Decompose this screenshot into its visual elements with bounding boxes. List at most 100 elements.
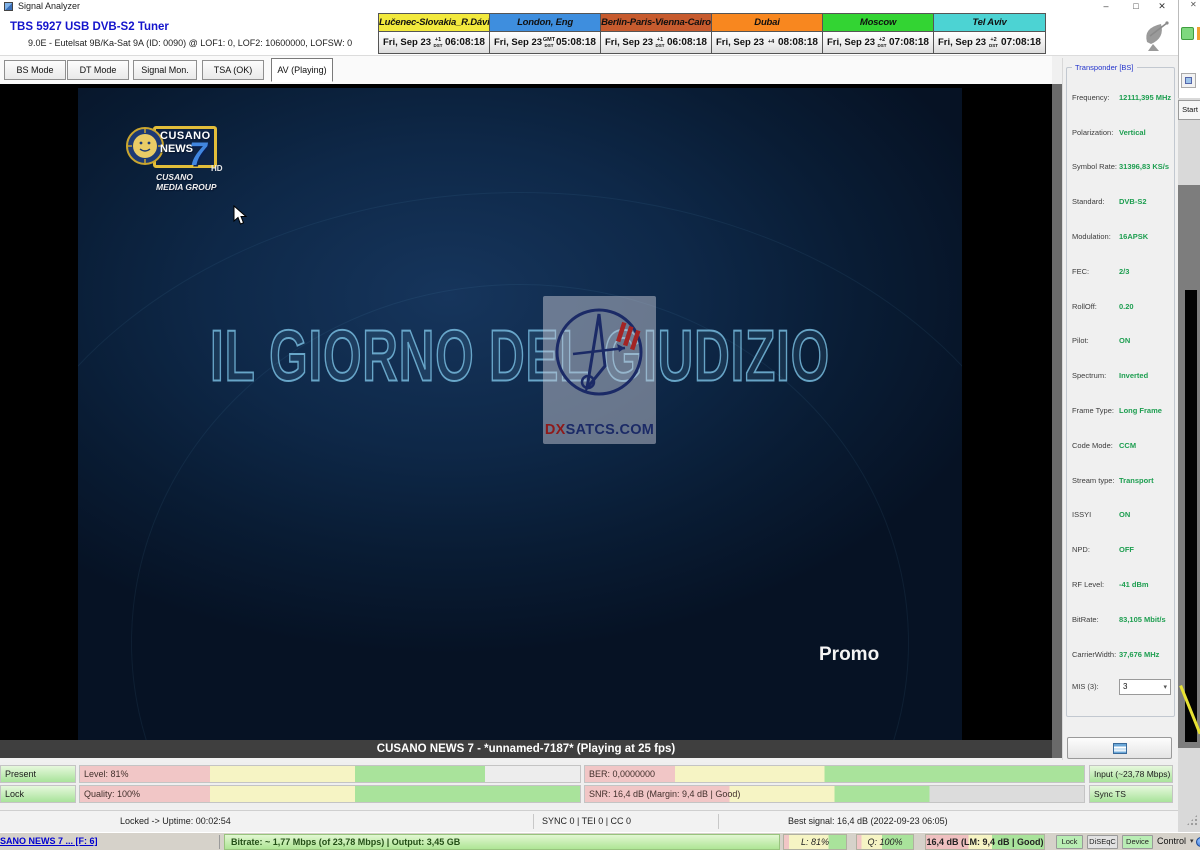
clock-offset: +1 DST bbox=[653, 38, 667, 48]
channel-logo: CUSANO NEWS 7 HD CUSANO MEDIA GROUP bbox=[125, 120, 235, 200]
clock-time: 05:08:18 bbox=[556, 37, 596, 48]
device-button[interactable]: Device bbox=[1122, 835, 1153, 849]
logo-hd-badge: HD bbox=[211, 164, 223, 173]
player-status-title: CUSANO NEWS 7 - *unnamed-7187* (Playing … bbox=[0, 740, 1052, 758]
tab-dt-mode[interactable]: DT Mode bbox=[67, 60, 129, 80]
clock-datetime: Fri, Sep 23 +1 DST 06:08:18 bbox=[379, 32, 489, 53]
control-menu[interactable]: Control bbox=[1157, 836, 1186, 846]
tp-label: ISSYI bbox=[1072, 510, 1119, 519]
tp-label: Code Mode: bbox=[1072, 441, 1119, 450]
clock-datetime: Fri, Sep 23 +2 DST 07:08:18 bbox=[934, 32, 1045, 53]
tab-bs-mode[interactable]: BS Mode bbox=[4, 60, 66, 80]
tp-value: 16APSK bbox=[1119, 232, 1148, 241]
diseqc-button[interactable]: DiSEqC bbox=[1087, 835, 1118, 849]
tp-value: OFF bbox=[1119, 545, 1134, 554]
watermark-dx: DX bbox=[545, 422, 566, 438]
tp-row-issyi: ISSYION bbox=[1072, 498, 1172, 533]
tp-label: BitRate: bbox=[1072, 615, 1119, 624]
tp-value: 37,676 MHz bbox=[1119, 650, 1159, 659]
layers-button[interactable] bbox=[1067, 737, 1172, 759]
tp-value: -41 dBm bbox=[1119, 580, 1149, 589]
clock-utc-offset: +4 bbox=[768, 40, 774, 45]
clock-time: 07:08:18 bbox=[889, 37, 929, 48]
snr-bar: SNR: 16,4 dB (Margin: 9,4 dB | Good) bbox=[584, 785, 1085, 803]
clock-datetime: Fri, Sep 23 +2 DST 07:08:18 bbox=[823, 32, 933, 53]
sun-face-emblem-icon bbox=[125, 126, 165, 166]
start-button[interactable]: Start bbox=[1178, 100, 1200, 120]
channel-link[interactable]: CUSANO NEWS 7 ... [F: 6] bbox=[0, 836, 219, 846]
tp-row-standard: Standard:DVB-S2 bbox=[1072, 184, 1172, 219]
tp-row-polarization: Polarization:Vertical bbox=[1072, 115, 1172, 150]
clock-dst-flag: DST bbox=[545, 43, 554, 48]
clock-date: Fri, Sep 23 bbox=[383, 37, 431, 48]
clock-dst-flag: DST bbox=[434, 43, 443, 48]
background-green-icon bbox=[1181, 27, 1194, 40]
tp-label: FEC: bbox=[1072, 267, 1119, 276]
logo-subtext2: MEDIA GROUP bbox=[156, 182, 217, 192]
clock-offset: +1 DST bbox=[431, 38, 445, 48]
tp-row-code-mode: Code Mode:CCM bbox=[1072, 428, 1172, 463]
tp-row-pilot: Pilot:ON bbox=[1072, 324, 1172, 359]
status-divider bbox=[533, 814, 534, 829]
lock-indicator: Lock bbox=[0, 785, 76, 803]
mis-dropdown[interactable]: 3 ▾ bbox=[1119, 679, 1171, 695]
tp-value: Inverted bbox=[1119, 371, 1148, 380]
transponder-groupbox: Transponder [BS] Frequency:12111,395 MHz… bbox=[1066, 67, 1175, 717]
status-divider bbox=[718, 814, 719, 829]
tp-label: Pilot: bbox=[1072, 336, 1119, 345]
tp-label: Frequency: bbox=[1072, 93, 1119, 102]
tp-row-modulation: Modulation:16APSK bbox=[1072, 219, 1172, 254]
tab-av-playing[interactable]: AV (Playing) bbox=[271, 58, 333, 82]
level-bar: Level: 81% bbox=[79, 765, 581, 783]
lock-button[interactable]: Lock bbox=[1056, 835, 1083, 849]
dxsatcs-watermark: DXSATCS.COM bbox=[543, 296, 656, 444]
clock-city-name: Tel Aviv bbox=[934, 14, 1045, 32]
tab-tsa[interactable]: TSA (OK) bbox=[202, 60, 264, 80]
clock-offset: +2 DST bbox=[875, 38, 889, 48]
clock-berlin: Berlin-Paris-Vienna-Cairo Fri, Sep 23 +1… bbox=[601, 14, 712, 53]
background-small-button[interactable] bbox=[1181, 73, 1196, 88]
chevron-down-icon: ▾ bbox=[1163, 683, 1167, 691]
level-mini-bar: L: 81% bbox=[783, 834, 847, 850]
tp-value: Transport bbox=[1119, 476, 1154, 485]
tp-value: CCM bbox=[1119, 441, 1136, 450]
tp-label: Stream type: bbox=[1072, 476, 1119, 485]
clock-date: Fri, Sep 23 bbox=[605, 37, 653, 48]
onscreen-program-title: IL GIORNO DEL GIUDIZIO bbox=[131, 296, 909, 416]
tp-value: ON bbox=[1119, 510, 1130, 519]
mouse-cursor-icon bbox=[233, 205, 247, 225]
lock-uptime-status: Locked -> Uptime: 00:02:54 bbox=[120, 816, 231, 826]
tp-row-spectrum: Spectrum:Inverted bbox=[1072, 358, 1172, 393]
window-titlebar: Signal Analyzer – □ ✕ bbox=[0, 0, 1178, 14]
close-button[interactable]: ✕ bbox=[1152, 0, 1172, 12]
clock-dst-flag: DST bbox=[656, 43, 665, 48]
clock-date: Fri, Sep 23 bbox=[938, 37, 986, 48]
video-frame: IL GIORNO DEL GIUDIZIO CUSANO NEWS 7 HD … bbox=[78, 88, 962, 740]
tp-value: Long Frame bbox=[1119, 406, 1162, 415]
tp-value: DVB-S2 bbox=[1119, 197, 1147, 206]
satellite-dish-icon bbox=[1141, 20, 1177, 52]
clock-dubai: Dubai Fri, Sep 23 +4 08:08:18 bbox=[712, 14, 823, 53]
tp-label: RF Level: bbox=[1072, 580, 1119, 589]
stacked-layers-icon bbox=[1113, 743, 1127, 754]
window-title: Signal Analyzer bbox=[18, 1, 80, 11]
clock-offset: GMT DST bbox=[542, 38, 556, 48]
tp-label: RollOff: bbox=[1072, 302, 1119, 311]
tp-row-carrier-width: CarrierWidth:37,676 MHz bbox=[1072, 637, 1172, 672]
app-icon bbox=[4, 2, 13, 11]
clock-time: 06:08:18 bbox=[667, 37, 707, 48]
maximize-button[interactable]: □ bbox=[1126, 0, 1146, 12]
best-signal-status: Best signal: 16,4 dB (2022-09-23 06:05) bbox=[788, 816, 948, 826]
chevron-down-icon[interactable]: ▾ bbox=[1190, 837, 1194, 845]
tp-row-mis: MIS (3): 3 ▾ bbox=[1072, 677, 1172, 697]
tp-label: Standard: bbox=[1072, 197, 1119, 206]
quality-bar: Quality: 100% bbox=[79, 785, 581, 803]
tab-bar: BS Mode DT Mode Signal Mon. TSA (OK) AV … bbox=[0, 56, 1052, 84]
clock-city-name: Moscow bbox=[823, 14, 933, 32]
background-close-icon: ✕ bbox=[1190, 0, 1197, 9]
tp-row-fec: FEC:2/3 bbox=[1072, 254, 1172, 289]
watermark-text: DXSATCS.COM bbox=[543, 422, 656, 438]
signal-bars: Present Level: 81% BER: 0,0000000 Input … bbox=[0, 762, 1178, 808]
tab-signal-mon[interactable]: Signal Mon. bbox=[133, 60, 197, 80]
minimize-button[interactable]: – bbox=[1096, 0, 1116, 12]
